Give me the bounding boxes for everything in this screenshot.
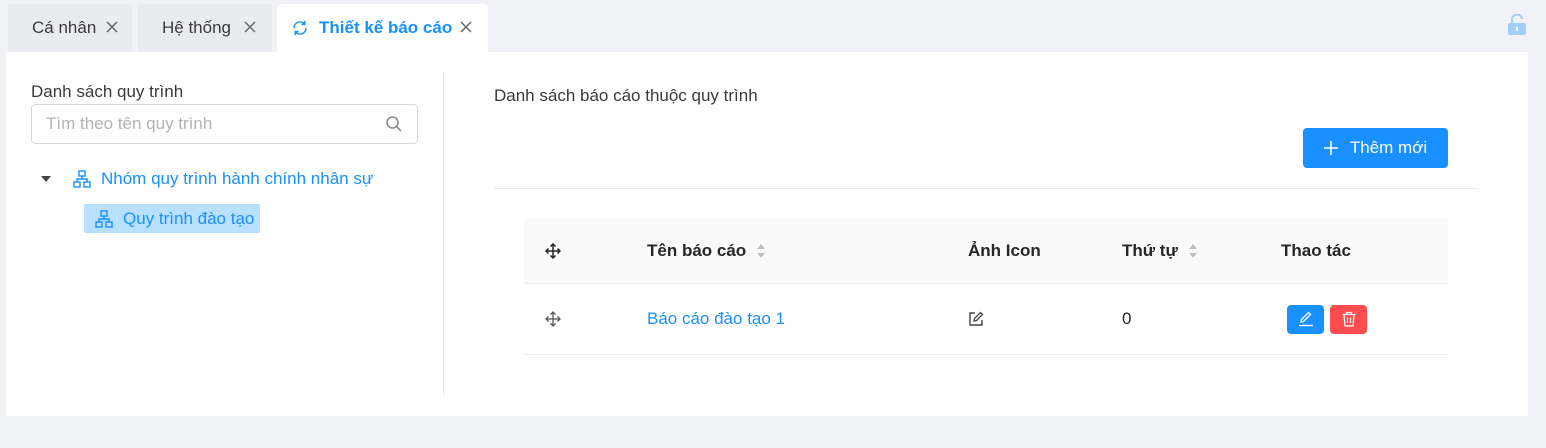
column-header-name-label: Tên báo cáo: [647, 240, 747, 260]
tab-bar: Cá nhân Hệ thống Thiết kế báo cáo: [0, 0, 1546, 52]
process-list-title: Danh sách quy trình: [31, 82, 184, 101]
column-header-actions-label: Thao tác: [1281, 240, 1351, 260]
horizontal-divider: [494, 188, 1479, 189]
drag-column-header: [545, 218, 561, 283]
add-new-button[interactable]: Thêm mới: [1303, 128, 1448, 168]
icon-cell[interactable]: [968, 284, 984, 354]
tab-ca-nhan[interactable]: Cá nhân: [8, 4, 132, 52]
tab-label: Thiết kế báo cáo: [319, 18, 453, 37]
edit-icon: [1298, 311, 1313, 327]
report-table: Tên báo cáo Ảnh Icon Thứ tự Thao tác Báo…: [524, 218, 1448, 355]
tree-node-selected[interactable]: Quy trình đào tạo: [84, 204, 261, 233]
drag-cell[interactable]: [545, 284, 561, 354]
vertical-divider: [443, 72, 444, 396]
column-header-order-label: Thứ tự: [1122, 240, 1178, 260]
tab-thiet-ke-bao-cao[interactable]: Thiết kế báo cáo: [277, 4, 488, 52]
process-search-input[interactable]: [46, 114, 366, 134]
drag-handle-icon: [545, 242, 561, 259]
edit-button[interactable]: [1287, 304, 1324, 334]
close-icon[interactable]: [243, 20, 257, 34]
delete-button[interactable]: [1330, 304, 1367, 334]
org-chart-icon: [73, 170, 91, 188]
sort-icon[interactable]: [756, 242, 766, 260]
tree-node-label: Quy trình đào tạo: [123, 208, 255, 228]
table-header: Tên báo cáo Ảnh Icon Thứ tự Thao tác: [524, 218, 1448, 284]
column-header-actions: Thao tác: [1281, 218, 1351, 283]
tree-node-group[interactable]: Nhóm quy trình hành chính nhân sự: [41, 168, 373, 190]
tree-node-label: Nhóm quy trình hành chính nhân sự: [101, 169, 374, 188]
report-name-link[interactable]: Báo cáo đào tạo 1: [647, 284, 785, 354]
table-row: Báo cáo đào tạo 1 0: [524, 284, 1448, 355]
tab-label: Cá nhân: [32, 18, 97, 37]
sort-icon[interactable]: [1188, 242, 1198, 260]
column-header-order[interactable]: Thứ tự: [1122, 218, 1198, 283]
column-header-icon: Ảnh Icon: [968, 218, 1041, 283]
tab-he-thong[interactable]: Hệ thống: [138, 4, 272, 52]
org-chart-icon: [95, 209, 113, 228]
tab-label: Hệ thống: [162, 18, 231, 37]
column-header-name[interactable]: Tên báo cáo: [647, 218, 766, 283]
add-new-label: Thêm mới: [1349, 138, 1428, 157]
report-list-title: Danh sách báo cáo thuộc quy trình: [494, 86, 758, 105]
order-value: 0: [1122, 309, 1132, 328]
edit-square-icon[interactable]: [968, 311, 984, 327]
process-search[interactable]: [31, 104, 418, 144]
column-header-icon-label: Ảnh Icon: [968, 240, 1041, 260]
sync-icon: [293, 21, 307, 35]
trash-icon: [1342, 311, 1355, 327]
unlock-icon[interactable]: [1506, 14, 1528, 36]
plus-icon: [1323, 141, 1338, 155]
close-icon[interactable]: [105, 20, 119, 34]
caret-down-icon[interactable]: [41, 174, 51, 184]
main-panel: Danh sách quy trình Nhóm quy trình hành …: [6, 52, 1528, 416]
process-list-panel: Danh sách quy trình Nhóm quy trình hành …: [6, 52, 444, 416]
search-icon[interactable]: [385, 115, 403, 133]
drag-handle-icon[interactable]: [545, 311, 561, 327]
close-icon[interactable]: [459, 20, 473, 34]
actions-cell: [1287, 284, 1367, 354]
